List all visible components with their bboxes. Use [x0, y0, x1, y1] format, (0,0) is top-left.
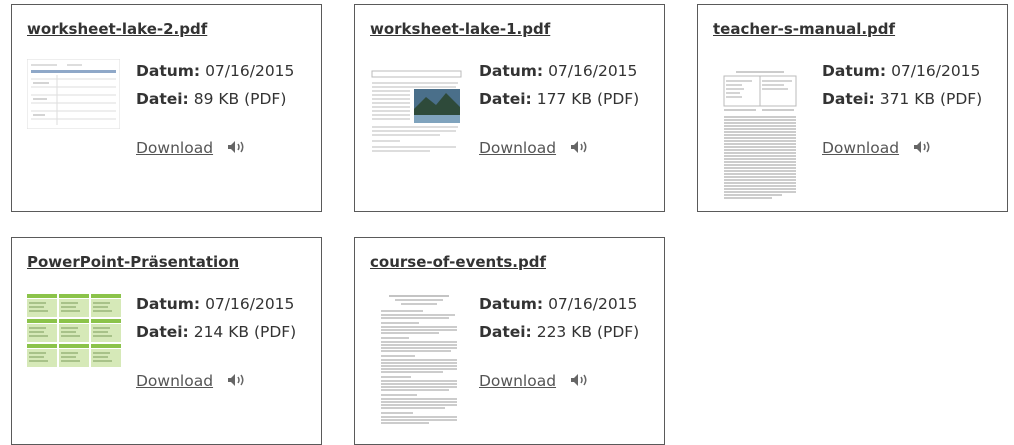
date-label: Datum: [136, 295, 201, 313]
file-card: worksheet-lake-2.pdf Datum: 07/16/2015 D… [11, 4, 322, 212]
file-date: 07/16/2015 [205, 62, 295, 80]
download-row: Download [479, 372, 591, 390]
download-link[interactable]: Download [479, 139, 556, 157]
file-size-label: Datei: [822, 90, 875, 108]
speaker-icon[interactable] [226, 139, 248, 155]
date-label: Datum: [479, 62, 544, 80]
file-card: PowerPoint-Präsentation Datum: 07/16/201… [11, 237, 322, 445]
file-info: Datum: 07/16/2015 Datei: 223 KB (PDF) [479, 290, 639, 346]
speaker-icon[interactable] [569, 372, 591, 388]
file-size-label: Datei: [479, 323, 532, 341]
file-size-label: Datei: [136, 90, 189, 108]
file-title-link[interactable]: course-of-events.pdf [370, 253, 546, 271]
file-info: Datum: 07/16/2015 Datei: 177 KB (PDF) [479, 57, 639, 113]
file-size-label: Datei: [479, 90, 532, 108]
date-label: Datum: [822, 62, 887, 80]
file-card: worksheet-lake-1.pdf Datum: 07/16/2015 D… [354, 4, 665, 212]
file-thumbnail[interactable] [26, 293, 122, 368]
date-label: Datum: [479, 295, 544, 313]
file-info: Datum: 07/16/2015 Datei: 89 KB (PDF) [136, 57, 294, 113]
file-size: 214 KB (PDF) [193, 323, 297, 341]
file-date: 07/16/2015 [205, 295, 295, 313]
download-link[interactable]: Download [822, 139, 899, 157]
date-label: Datum: [136, 62, 201, 80]
file-thumbnail[interactable] [379, 293, 459, 428]
file-date: 07/16/2015 [548, 295, 638, 313]
download-row: Download [822, 139, 934, 157]
file-title-link[interactable]: worksheet-lake-1.pdf [370, 20, 550, 38]
file-title-link[interactable]: PowerPoint-Präsentation [27, 253, 239, 271]
download-link[interactable]: Download [479, 372, 556, 390]
download-row: Download [136, 139, 248, 157]
file-title-link[interactable]: teacher-s-manual.pdf [713, 20, 895, 38]
file-date: 07/16/2015 [548, 62, 638, 80]
speaker-icon[interactable] [226, 372, 248, 388]
speaker-icon[interactable] [569, 139, 591, 155]
file-size-label: Datei: [136, 323, 189, 341]
file-size: 223 KB (PDF) [536, 323, 640, 341]
file-date: 07/16/2015 [891, 62, 981, 80]
file-size: 89 KB (PDF) [193, 90, 287, 108]
file-thumbnail[interactable] [27, 59, 120, 129]
file-size: 371 KB (PDF) [879, 90, 983, 108]
file-info: Datum: 07/16/2015 Datei: 214 KB (PDF) [136, 290, 296, 346]
download-link[interactable]: Download [136, 139, 213, 157]
download-row: Download [136, 372, 248, 390]
file-info: Datum: 07/16/2015 Datei: 371 KB (PDF) [822, 57, 982, 113]
speaker-icon[interactable] [912, 139, 934, 155]
file-thumbnail[interactable] [722, 69, 798, 207]
download-link[interactable]: Download [136, 372, 213, 390]
file-size: 177 KB (PDF) [536, 90, 640, 108]
file-title-link[interactable]: worksheet-lake-2.pdf [27, 20, 207, 38]
download-row: Download [479, 139, 591, 157]
file-thumbnail[interactable] [370, 69, 463, 155]
file-card: course-of-events.pdf Datum: 07/16/2015 D… [354, 237, 665, 445]
file-card: teacher-s-manual.pdf Datum: 07/16/2015 D… [697, 4, 1008, 212]
